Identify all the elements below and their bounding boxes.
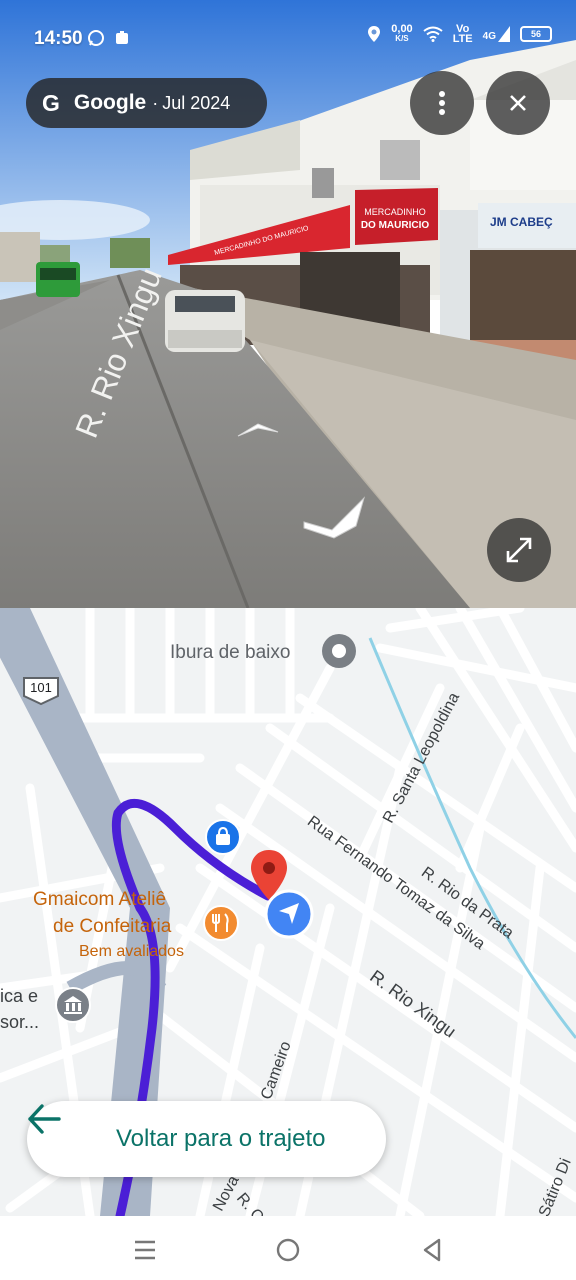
wifi-icon [423, 26, 443, 42]
bank-icon[interactable] [54, 986, 92, 1024]
google-brand: Google [73, 91, 147, 114]
whatsapp-icon [88, 30, 104, 46]
more-vert-icon [439, 91, 445, 115]
status-icons: 0,00 K/S Vo LTE 4G 56 [367, 24, 552, 45]
place-partial-line1[interactable]: ica e [0, 986, 38, 1007]
close-icon [510, 95, 526, 111]
location-icon [368, 26, 381, 42]
map-panel[interactable]: 101 Ibura de baixo R. Santa Leopoldina R… [0, 608, 576, 1216]
chevron-up-icon[interactable] [236, 418, 280, 442]
net-speed-value: 0,00 [391, 23, 413, 35]
net-speed: 0,00 K/S [391, 24, 412, 44]
capture-date: Jul 2024 [162, 92, 231, 113]
place-pin-icon[interactable] [320, 632, 358, 676]
place-partial-line2[interactable]: sor... [0, 1012, 39, 1033]
signal-icon: 4G [483, 26, 510, 42]
place-gmaicom-rating: Bem avaliados [79, 943, 184, 960]
place-gmaicom-line2[interactable]: de Confeitaria [53, 916, 171, 938]
status-time: 14:50 [34, 28, 83, 49]
arrow-left-icon [28, 1104, 61, 1134]
menu-icon [135, 1240, 155, 1260]
place-ibura[interactable]: Ibura de baixo [170, 642, 290, 664]
home-icon [276, 1238, 300, 1262]
separator-dot: · [152, 92, 159, 113]
menu-button[interactable] [127, 1232, 163, 1268]
street-view-panel[interactable]: MERCADINHO DO MAURICIO MERCADINHO DO MAU… [0, 0, 576, 608]
battery-level: 56 [530, 29, 541, 39]
fullscreen-button[interactable] [487, 518, 551, 582]
chevron-down-icon[interactable] [302, 494, 366, 540]
back-to-route-label: Voltar para o trajeto [116, 1125, 326, 1152]
sign-right-bottom: DO MAURICIO [361, 220, 430, 231]
back-icon [423, 1238, 441, 1262]
google-g-icon: G [42, 89, 60, 116]
battery-icon: 56 [520, 26, 552, 42]
expand-icon [506, 537, 532, 563]
sign-right-top: MERCADINHO [364, 207, 426, 217]
network-type: 4G [482, 31, 496, 42]
notification-icon [116, 31, 128, 44]
back-button[interactable] [414, 1232, 450, 1268]
shopping-bag-icon[interactable] [204, 818, 242, 856]
volte-bottom: LTE [452, 33, 473, 45]
net-speed-unit: K/S [395, 34, 409, 43]
sign-shop: JM CABEÇ [490, 215, 553, 229]
close-button[interactable] [486, 71, 550, 135]
street-view-attribution[interactable]: G Google · Jul 2024 [26, 78, 267, 128]
system-nav-bar [0, 1216, 576, 1280]
status-bar: 14:50 0,00 K/S Vo LTE 4G 56 [0, 0, 576, 76]
route-shield-label: 101 [30, 680, 52, 695]
restaurant-icon[interactable] [202, 904, 240, 942]
back-to-route-button[interactable]: Voltar para o trajeto [27, 1101, 386, 1177]
volte: Vo LTE [452, 24, 473, 45]
more-options-button[interactable] [410, 71, 474, 135]
current-location-icon [264, 889, 314, 939]
place-gmaicom-line1[interactable]: Gmaicom Ateliê [33, 889, 166, 911]
home-button[interactable] [270, 1232, 306, 1268]
